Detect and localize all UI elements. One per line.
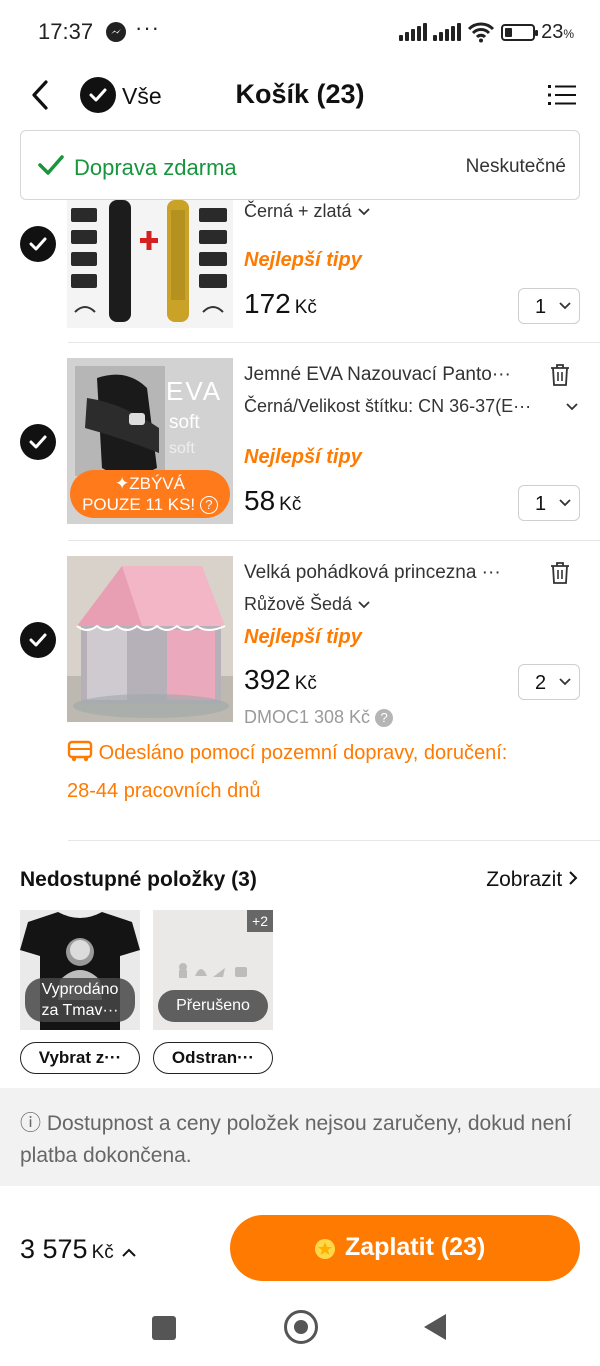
help-icon: ? xyxy=(199,496,218,514)
chevron-down-icon xyxy=(559,499,571,507)
notice-text: ⓘ Dostupnost a ceny položek nejsou zaruč… xyxy=(20,1112,572,1167)
item-variant[interactable]: Růžově Šedá xyxy=(244,594,371,615)
item-name[interactable]: Jemné EVA Nazouvací Panto··· xyxy=(244,364,511,386)
battery-percent: 23% xyxy=(541,20,574,43)
free-shipping-label: Doprava zdarma xyxy=(74,155,237,180)
signal-icon-2 xyxy=(433,23,462,41)
item-price: 392 Kč xyxy=(244,664,317,695)
item-checkbox[interactable] xyxy=(20,622,56,658)
item-checkbox[interactable] xyxy=(20,226,56,262)
divider xyxy=(68,840,600,841)
quantity-selector[interactable]: 2 xyxy=(518,664,580,700)
original-price: DMOC1 308 Kč ? xyxy=(244,707,394,728)
signal-icon xyxy=(399,23,428,41)
item-price: 172 Kč xyxy=(244,288,317,319)
list-menu-icon[interactable] xyxy=(548,83,576,107)
coin-icon xyxy=(315,1239,335,1259)
trash-icon[interactable] xyxy=(549,363,571,387)
cart-total[interactable]: 3 575 Kč xyxy=(20,1234,137,1265)
truck-icon xyxy=(67,740,93,762)
chevron-down-icon[interactable] xyxy=(565,402,579,412)
item-variant[interactable]: Černá/Velikost štítku: CN 36-37(E··· xyxy=(244,396,531,417)
system-nav-bar xyxy=(0,1292,600,1366)
cart-item: Černá + zlatá Nejlepší tipy 172 Kč 1 xyxy=(0,200,600,340)
choose-similar-button[interactable]: Vybrat z··· xyxy=(20,1042,140,1074)
status-bar: 17:37 ··· 23% xyxy=(0,0,600,64)
cart-item: Velká pohádková princezna ··· Růžově Šed… xyxy=(0,556,600,856)
chevron-down-icon xyxy=(358,601,370,609)
unavailable-items-title: Nedostupné položky (3) xyxy=(20,868,257,891)
image-text-soft: soft xyxy=(169,412,200,433)
quantity-selector[interactable]: 1 xyxy=(518,485,580,521)
pay-button-label: Zaplatit (23) xyxy=(345,1233,486,1261)
divider xyxy=(68,540,600,541)
product-image-hair-clipper[interactable] xyxy=(67,200,233,328)
page-title: Košík (23) xyxy=(235,79,365,109)
free-shipping-banner[interactable]: Doprava zdarma Neskutečné xyxy=(20,130,580,200)
unavailable-item-tshirt[interactable]: Vyprodáno za Tmav··· xyxy=(20,910,140,1030)
cart-header: Vše Košík (23) xyxy=(0,64,600,126)
remove-button[interactable]: Odstran··· xyxy=(153,1042,273,1074)
item-checkbox[interactable] xyxy=(20,424,56,460)
shipping-status: Neskutečné xyxy=(465,156,566,177)
cart-item: EVA soft soft ✦ZBÝVÁ POUZE 11 KS! ? Jemn… xyxy=(0,358,600,528)
item-name[interactable]: Velká pohádková princezna ··· xyxy=(244,562,501,584)
best-tips-tag: Nejlepší tipy xyxy=(244,446,362,468)
best-tips-tag: Nejlepší tipy xyxy=(244,626,362,648)
sold-out-label: Vyprodáno za Tmav··· xyxy=(25,978,135,1022)
status-time: 17:37 xyxy=(38,19,94,44)
best-tips-tag: Nejlepší tipy xyxy=(244,249,362,271)
recent-apps-button[interactable] xyxy=(152,1316,176,1340)
messenger-icon xyxy=(106,22,126,42)
trash-icon[interactable] xyxy=(549,561,571,585)
chevron-down-icon xyxy=(357,208,370,216)
back-button[interactable] xyxy=(424,1314,446,1340)
show-unavailable-link[interactable]: Zobrazit xyxy=(486,868,578,892)
delivery-info: Odesláno pomocí pozemní dopravy, doručen… xyxy=(67,740,508,802)
chevron-right-icon xyxy=(569,871,578,885)
home-button[interactable] xyxy=(284,1310,318,1344)
pay-button[interactable]: Zaplatit (23) xyxy=(230,1215,580,1281)
quantity-selector[interactable]: 1 xyxy=(518,288,580,324)
item-price: 58 Kč xyxy=(244,485,302,516)
help-icon[interactable]: ? xyxy=(375,709,394,727)
chevron-up-icon xyxy=(122,1248,136,1257)
checkmark-icon xyxy=(38,155,64,175)
divider xyxy=(68,342,600,343)
product-image-tent[interactable] xyxy=(67,556,233,722)
image-text-soft-2: soft xyxy=(169,440,195,457)
chevron-down-icon xyxy=(559,302,571,310)
chevron-down-icon xyxy=(559,678,571,686)
unavailable-item-discontinued[interactable]: +2 Přerušeno xyxy=(153,910,273,1030)
item-variant[interactable]: Černá + zlatá xyxy=(244,201,371,222)
sparkle-icon: ✦ xyxy=(115,474,130,493)
low-stock-badge: ✦ZBÝVÁ POUZE 11 KS! ? xyxy=(70,470,230,518)
battery-icon xyxy=(501,23,539,41)
status-indicators: 23% xyxy=(399,20,574,44)
wifi-icon xyxy=(468,22,495,43)
status-more-icon: ··· xyxy=(135,15,160,40)
discontinued-label: Přerušeno xyxy=(158,990,268,1022)
image-text-eva: EVA xyxy=(166,376,223,406)
more-items-badge: +2 xyxy=(247,910,273,932)
availability-notice: ⓘ Dostupnost a ceny položek nejsou zaruč… xyxy=(0,1088,600,1186)
product-image-slippers[interactable]: EVA soft soft ✦ZBÝVÁ POUZE 11 KS! ? xyxy=(67,358,233,524)
